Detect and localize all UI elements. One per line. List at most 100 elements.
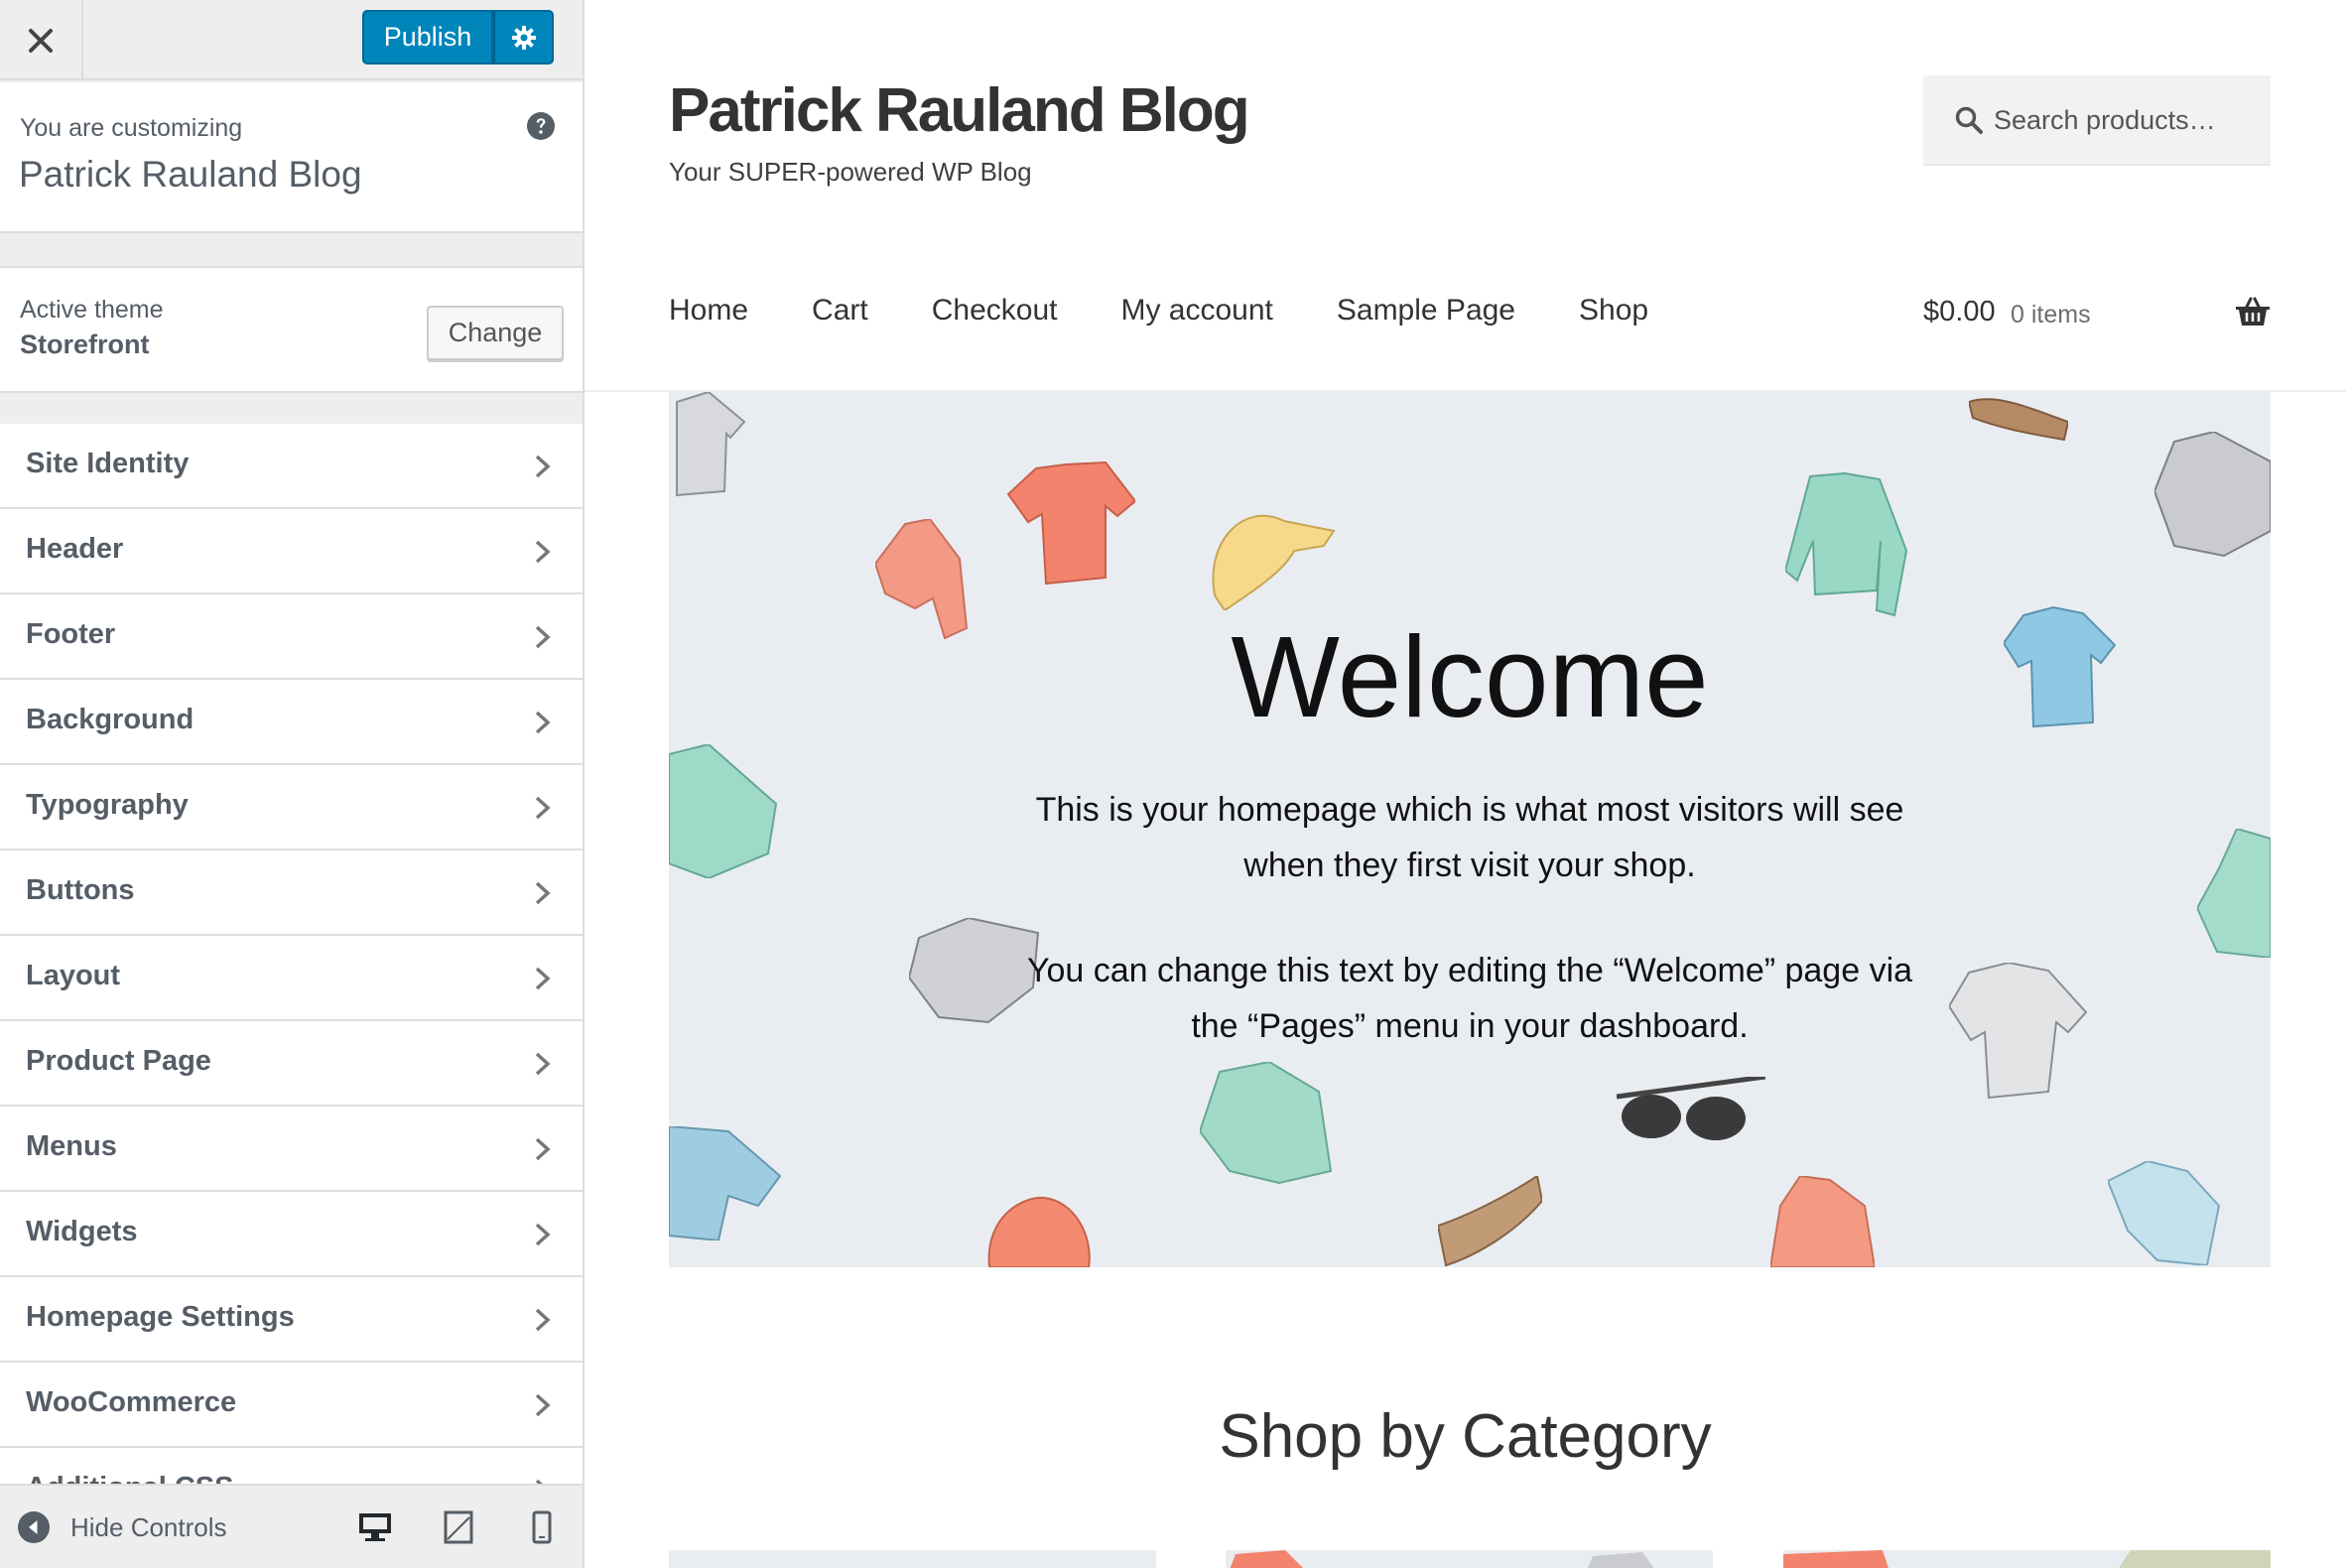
tshirt-gray-decoration bbox=[676, 392, 746, 497]
customizing-label: You are customizing bbox=[20, 114, 243, 142]
mobile-preview-icon[interactable] bbox=[524, 1509, 560, 1545]
category-tile[interactable] bbox=[669, 1550, 1156, 1568]
hide-controls-button[interactable]: Hide Controls bbox=[70, 1512, 227, 1543]
chevron-right-icon bbox=[535, 796, 551, 820]
nav-item-shop[interactable]: Shop bbox=[1579, 294, 1648, 327]
customizer-footer: Hide Controls bbox=[0, 1484, 583, 1568]
basket-icon[interactable] bbox=[2235, 296, 2271, 327]
shirt-blue-decoration bbox=[2108, 1161, 2221, 1265]
section-woocommerce[interactable]: WooCommerce bbox=[0, 1363, 583, 1448]
section-widgets[interactable]: Widgets bbox=[0, 1192, 583, 1277]
nav-item-cart[interactable]: Cart bbox=[812, 294, 868, 327]
section-label: Buttons bbox=[26, 874, 135, 906]
help-icon[interactable] bbox=[527, 112, 555, 140]
clothing-decoration bbox=[1230, 1550, 1654, 1568]
product-search bbox=[1923, 75, 2271, 166]
chevron-right-icon bbox=[535, 1052, 551, 1076]
cap-yellow-decoration bbox=[1212, 514, 1336, 610]
customizing-site-name: Patrick Rauland Blog bbox=[19, 154, 362, 195]
section-buttons[interactable]: Buttons bbox=[0, 850, 583, 936]
customizer-sidebar: Publish You are customizing Patrick Raul… bbox=[0, 0, 585, 1568]
welcome-hero: Welcome This is your homepage which is w… bbox=[669, 392, 2271, 1267]
site-tagline: Your SUPER-powered WP Blog bbox=[669, 157, 1032, 187]
gear-icon bbox=[511, 25, 536, 50]
section-product-page[interactable]: Product Page bbox=[0, 1021, 583, 1107]
hoodie-gray-decoration bbox=[2154, 432, 2271, 558]
section-background[interactable]: Background bbox=[0, 680, 583, 765]
search-input[interactable] bbox=[1994, 97, 2252, 143]
primary-navigation: Home Cart Checkout My account Sample Pag… bbox=[669, 294, 1712, 327]
section-label: WooCommerce bbox=[26, 1386, 237, 1418]
section-menus[interactable]: Menus bbox=[0, 1107, 583, 1192]
chevron-right-icon bbox=[535, 1137, 551, 1161]
chevron-right-icon bbox=[535, 881, 551, 905]
nav-item-sample-page[interactable]: Sample Page bbox=[1337, 294, 1515, 327]
publish-settings-button[interactable] bbox=[493, 10, 554, 65]
belt-brown-decoration bbox=[1438, 1176, 1542, 1267]
cart-item-count[interactable]: 0 items bbox=[2011, 301, 2091, 329]
hoodie-mint-decoration bbox=[2197, 829, 2271, 958]
sunglasses-icon bbox=[1617, 1077, 1765, 1140]
section-label: Homepage Settings bbox=[26, 1301, 295, 1333]
close-customizer-button[interactable] bbox=[0, 0, 83, 80]
longsleeve-mint-decoration bbox=[1785, 471, 1908, 617]
category-tile[interactable] bbox=[1783, 1550, 2271, 1568]
chevron-right-icon bbox=[535, 711, 551, 734]
chevron-right-icon bbox=[535, 455, 551, 478]
site-preview: Patrick Rauland Blog Your SUPER-powered … bbox=[585, 0, 2346, 1568]
customizer-info: You are customizing Patrick Rauland Blog bbox=[0, 82, 583, 233]
close-icon bbox=[29, 28, 53, 53]
hero-paragraph: You can change this text by editing the … bbox=[1026, 952, 1913, 1045]
chevron-right-icon bbox=[535, 540, 551, 564]
desktop-preview-icon[interactable] bbox=[357, 1509, 393, 1545]
active-theme-panel: Active theme Storefront Change bbox=[0, 266, 583, 393]
site-title[interactable]: Patrick Rauland Blog bbox=[669, 75, 1250, 146]
section-label: Typography bbox=[26, 789, 189, 821]
publish-button[interactable]: Publish bbox=[362, 10, 493, 65]
section-label: Menus bbox=[26, 1130, 117, 1162]
hero-title: Welcome bbox=[1231, 612, 1709, 741]
chevron-right-icon bbox=[535, 625, 551, 649]
clothing-decoration bbox=[1783, 1550, 2271, 1568]
customizer-sections-list: Site Identity Header Footer Background T… bbox=[0, 424, 583, 1533]
section-label: Background bbox=[26, 704, 195, 735]
nav-item-home[interactable]: Home bbox=[669, 294, 748, 327]
hoodie-coral-decoration bbox=[1770, 1176, 1875, 1267]
search-icon bbox=[1955, 106, 1983, 134]
active-theme-name: Storefront bbox=[20, 329, 150, 359]
section-header[interactable]: Header bbox=[0, 509, 583, 594]
hero-paragraph: This is your homepage which is what most… bbox=[1035, 791, 1904, 884]
category-tile[interactable] bbox=[1226, 1550, 1713, 1568]
customizer-header: Publish bbox=[0, 0, 583, 80]
collapse-arrow-icon[interactable] bbox=[18, 1511, 50, 1543]
section-label: Header bbox=[26, 533, 124, 565]
shop-by-category-heading: Shop by Category bbox=[1219, 1402, 1712, 1471]
section-homepage-settings[interactable]: Homepage Settings bbox=[0, 1277, 583, 1363]
chevron-right-icon bbox=[535, 1223, 551, 1246]
chevron-right-icon bbox=[535, 967, 551, 990]
section-site-identity[interactable]: Site Identity bbox=[0, 424, 583, 509]
section-label: Footer bbox=[26, 618, 116, 650]
chevron-right-icon bbox=[535, 1308, 551, 1332]
section-layout[interactable]: Layout bbox=[0, 936, 583, 1021]
section-label: Site Identity bbox=[26, 448, 190, 479]
section-label: Product Page bbox=[26, 1045, 211, 1077]
active-theme-label: Active theme bbox=[20, 296, 164, 324]
change-theme-button[interactable]: Change bbox=[427, 306, 564, 360]
tablet-preview-icon[interactable] bbox=[441, 1509, 476, 1545]
section-footer[interactable]: Footer bbox=[0, 594, 583, 680]
sweater-blue-decoration bbox=[669, 1126, 782, 1241]
section-typography[interactable]: Typography bbox=[0, 765, 583, 850]
section-label: Widgets bbox=[26, 1216, 138, 1247]
section-label: Layout bbox=[26, 960, 121, 991]
nav-item-my-account[interactable]: My account bbox=[1120, 294, 1272, 327]
cart-amount[interactable]: $0.00 bbox=[1923, 296, 1996, 328]
tshirt-white-decoration bbox=[1949, 963, 2088, 1100]
jacket-mint-decoration bbox=[1200, 1062, 1333, 1185]
tshirt-coral-decoration bbox=[1006, 460, 1135, 586]
hat-coral-decoration bbox=[987, 1196, 1091, 1267]
jacket-mint-decoration bbox=[669, 744, 778, 878]
nav-item-checkout[interactable]: Checkout bbox=[932, 294, 1058, 327]
publish-button-group: Publish bbox=[362, 10, 554, 65]
belt-brown-decoration bbox=[1969, 398, 2068, 442]
